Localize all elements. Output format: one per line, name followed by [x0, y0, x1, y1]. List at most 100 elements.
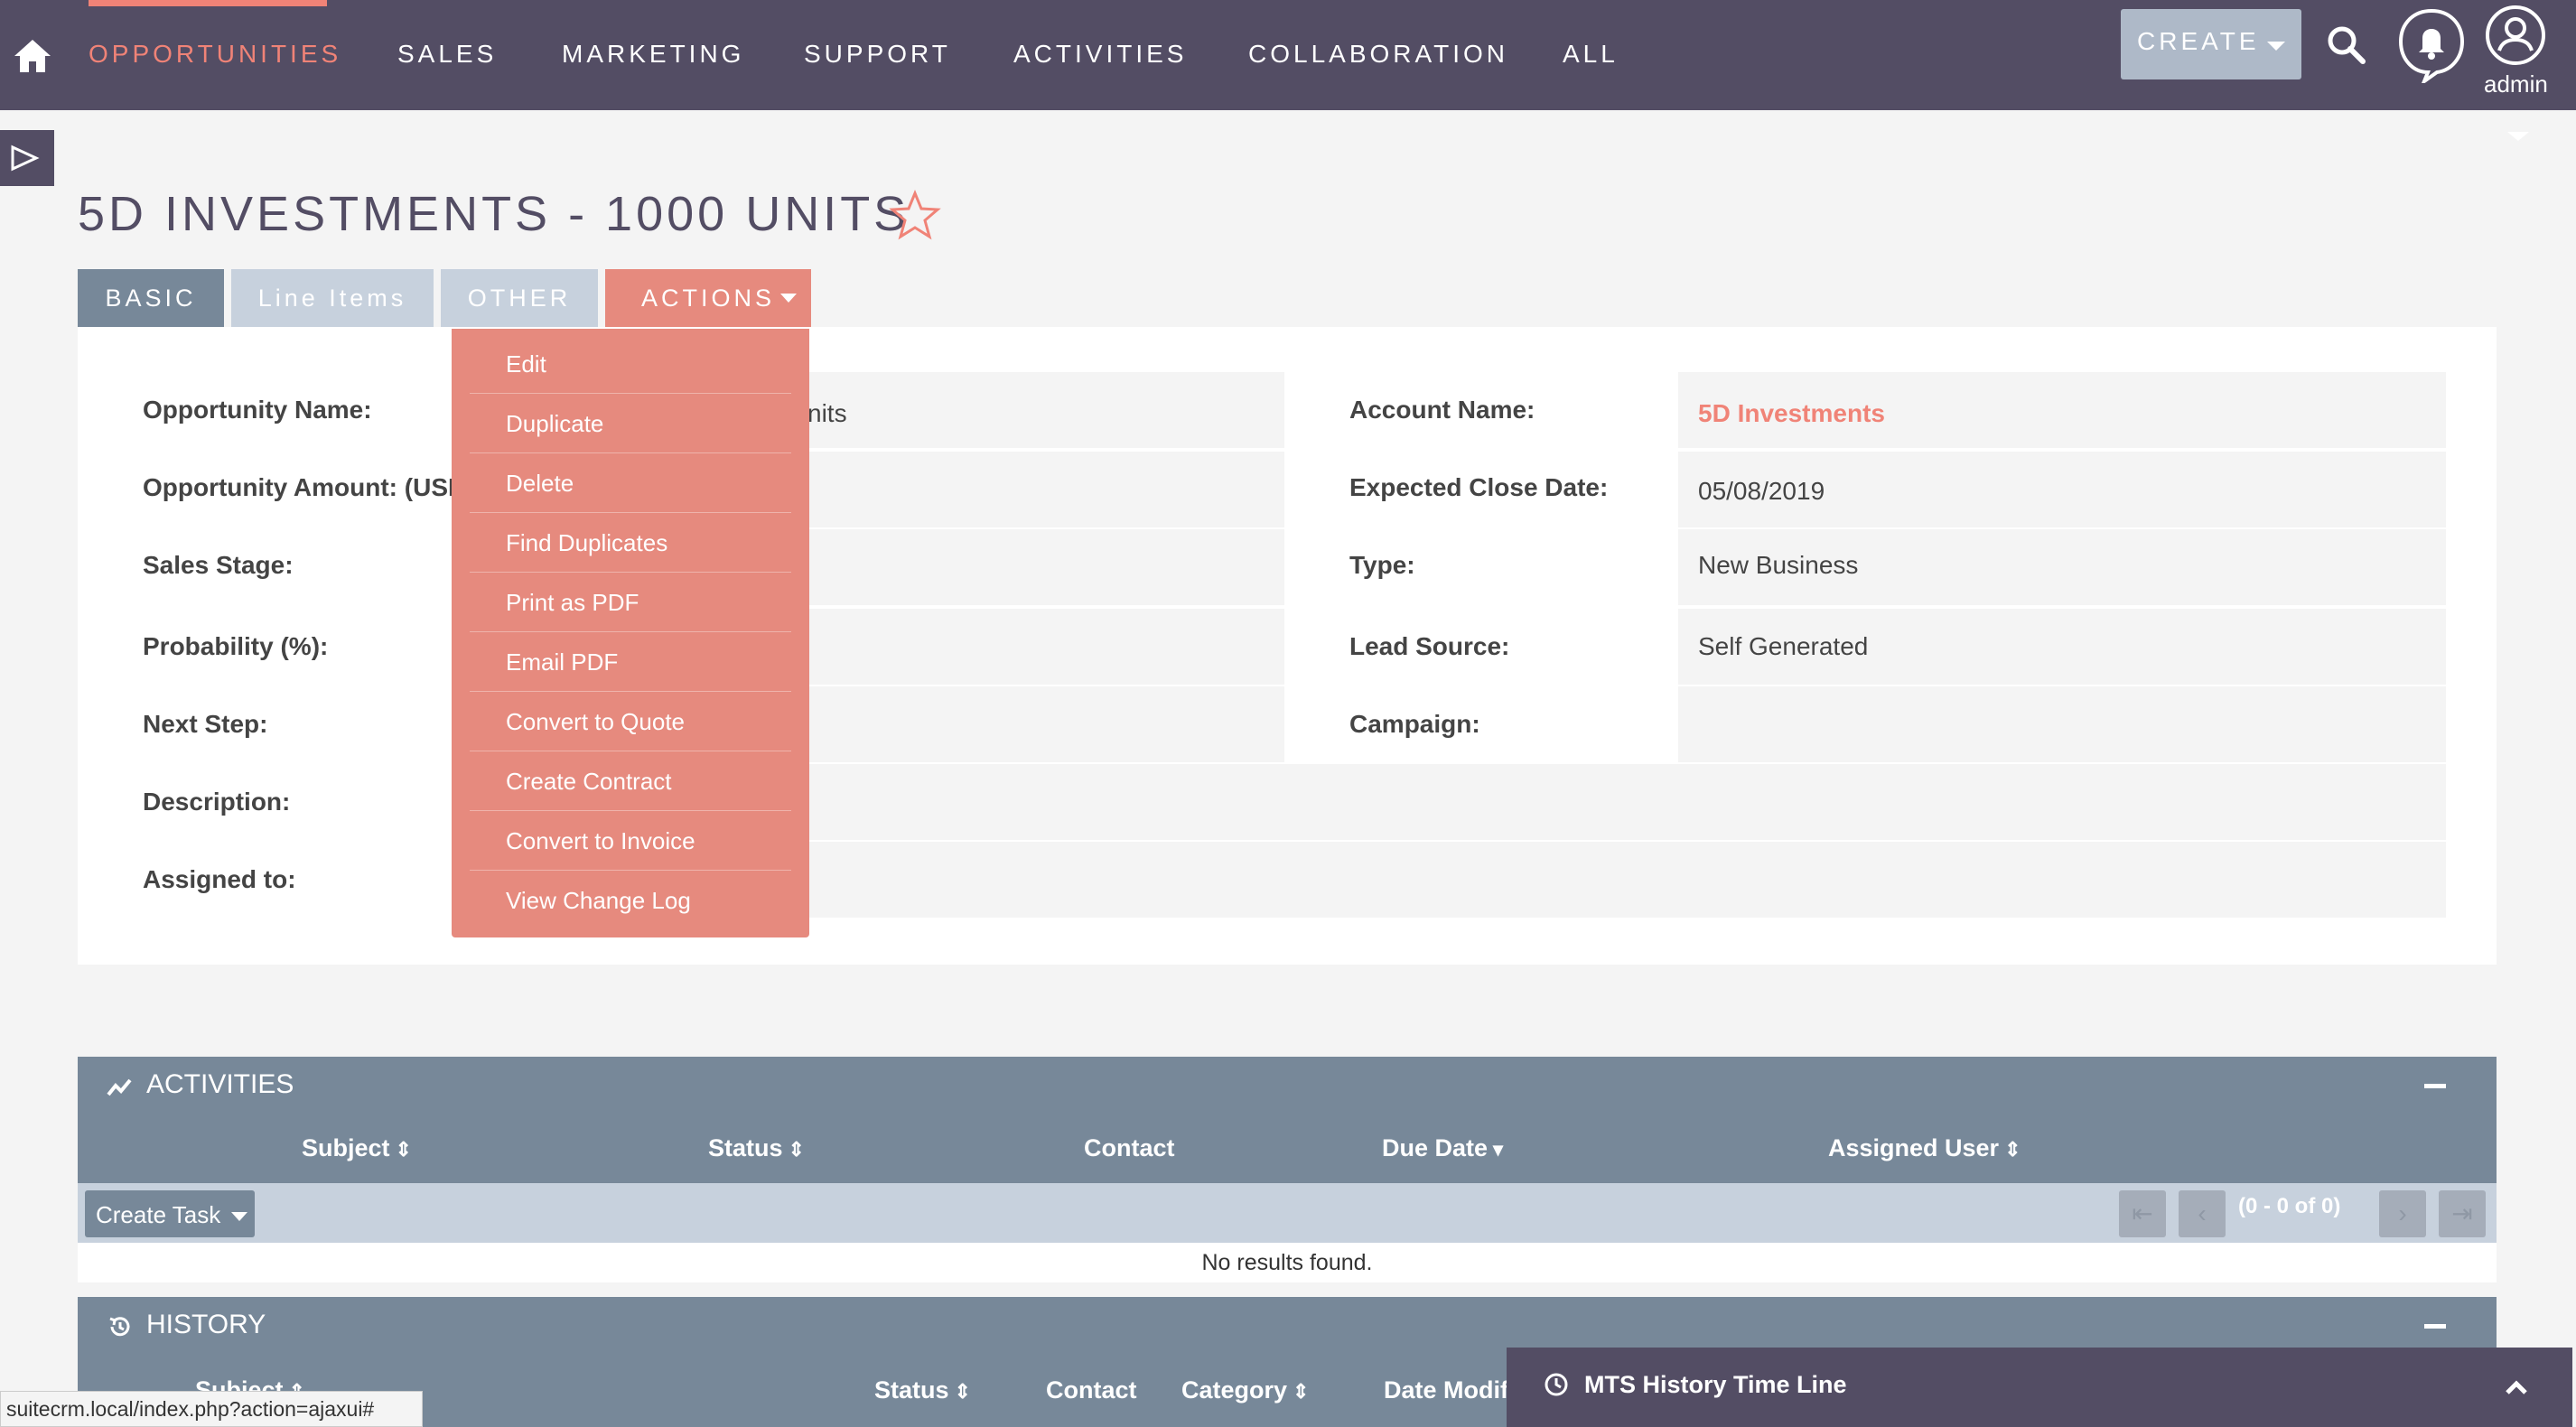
tab-basic[interactable]: BASIC: [78, 269, 224, 327]
activities-pagination-row: Create Task ⇤ ‹ (0 - 0 of 0) › ⇥: [78, 1183, 2497, 1243]
nav-all[interactable]: ALL: [1563, 40, 1619, 69]
history-title: HISTORY: [146, 1310, 266, 1339]
field-label-expected-close-date: Expected Close Date:: [1349, 473, 1609, 501]
menu-item-convert-to-invoice[interactable]: Convert to Invoice: [470, 811, 791, 871]
user-name[interactable]: admin: [2484, 70, 2548, 98]
nav-collaboration[interactable]: COLLABORATION: [1248, 40, 1508, 69]
field-value-expected-close-date: 05/08/2019: [1698, 477, 1825, 505]
tab-line-items[interactable]: Line Items: [231, 269, 434, 327]
notifications-bell-icon[interactable]: [2397, 7, 2466, 83]
field-box-campaign: [1678, 686, 2446, 762]
nav-support[interactable]: SUPPORT: [804, 40, 951, 69]
sort-icon: ⇕: [954, 1380, 971, 1403]
actions-dropdown-menu: Edit Duplicate Delete Find Duplicates Pr…: [452, 329, 809, 937]
last-page-icon[interactable]: ⇥: [2439, 1190, 2486, 1237]
sort-icon: ▾: [1493, 1138, 1504, 1161]
top-navigation-bar: OPPORTUNITIES SALES MARKETING SUPPORT AC…: [0, 0, 2576, 110]
collapse-icon[interactable]: [2424, 1324, 2446, 1329]
col-header-assigned-user-label: Assigned User: [1828, 1134, 2000, 1161]
menu-item-print-pdf[interactable]: Print as PDF: [470, 573, 791, 632]
tab-other[interactable]: OTHER: [441, 269, 598, 327]
col-header-status-label: Status: [874, 1376, 949, 1404]
field-label-account-name: Account Name:: [1349, 396, 1535, 424]
page-title: 5D INVESTMENTS - 1000 UNITS: [78, 187, 910, 241]
field-label-lead-source: Lead Source:: [1349, 632, 1510, 660]
field-label-probability: Probability (%):: [143, 632, 329, 660]
col-header-due-date[interactable]: Due Date ▾: [1382, 1134, 1503, 1162]
field-label-opportunity-amount: Opportunity Amount: (USI: [143, 473, 455, 501]
col-header-date-modified[interactable]: Date Modif: [1384, 1376, 1508, 1404]
col-header-status-label: Status: [708, 1134, 783, 1161]
active-tab-indicator: [89, 0, 327, 6]
sidebar-toggle-button[interactable]: [0, 130, 54, 186]
sort-icon: ⇕: [395, 1138, 412, 1161]
user-avatar-icon[interactable]: [2484, 4, 2547, 67]
chevron-down-icon: [2267, 42, 2285, 51]
clock-icon: [1545, 1373, 1568, 1396]
chevron-down-icon: [780, 294, 797, 303]
nav-opportunities[interactable]: OPPORTUNITIES: [89, 40, 341, 69]
field-label-sales-stage: Sales Stage:: [143, 551, 294, 579]
nav-activities[interactable]: ACTIVITIES: [1013, 40, 1187, 69]
field-label-next-step: Next Step:: [143, 710, 268, 738]
search-icon[interactable]: [2325, 23, 2368, 67]
field-value-lead-source: Self Generated: [1698, 632, 1869, 660]
menu-item-email-pdf[interactable]: Email PDF: [470, 632, 791, 692]
no-results-text: No results found.: [1201, 1250, 1373, 1275]
create-button-label: CREATE: [2137, 27, 2260, 55]
previous-page-icon[interactable]: ‹: [2179, 1190, 2226, 1237]
menu-item-create-contract[interactable]: Create Contract: [470, 751, 791, 811]
col-header-subject[interactable]: Subject⇕: [302, 1134, 412, 1162]
mts-history-timeline-bar[interactable]: MTS History Time Line: [1507, 1348, 2572, 1427]
play-arrow-icon: [11, 145, 40, 172]
field-label-opportunity-name: Opportunity Name:: [143, 396, 372, 424]
menu-item-delete[interactable]: Delete: [470, 453, 791, 513]
field-value-type: New Business: [1698, 551, 1859, 579]
browser-status-url: suitecrm.local/index.php?action=ajaxui#: [0, 1391, 423, 1427]
field-label-description: Description:: [143, 788, 291, 816]
home-icon[interactable]: [13, 36, 52, 76]
sort-icon: ⇕: [788, 1138, 805, 1161]
create-task-label: Create Task: [96, 1201, 221, 1228]
tab-actions[interactable]: ACTIONS: [605, 269, 811, 327]
nav-sales[interactable]: SALES: [397, 40, 497, 69]
first-page-icon[interactable]: ⇤: [2119, 1190, 2166, 1237]
pagination-count: (0 - 0 of 0): [2238, 1194, 2341, 1218]
col-header-contact: Contact: [1046, 1376, 1137, 1404]
col-header-category[interactable]: Category ⇕: [1181, 1376, 1309, 1404]
field-value-opportunity-name: nits: [807, 399, 847, 427]
favorite-star-icon[interactable]: [889, 190, 941, 242]
sort-icon: ⇕: [2004, 1138, 2021, 1161]
create-button[interactable]: CREATE: [2121, 9, 2301, 79]
chevron-up-icon[interactable]: [2500, 1371, 2533, 1404]
sort-icon: ⇕: [1293, 1380, 1310, 1403]
menu-item-view-change-log[interactable]: View Change Log: [470, 871, 791, 930]
col-header-category-label: Category: [1181, 1376, 1288, 1404]
activities-title: ACTIVITIES: [146, 1069, 294, 1099]
col-header-status[interactable]: Status ⇕: [874, 1376, 971, 1404]
next-page-icon[interactable]: ›: [2379, 1190, 2426, 1237]
tab-actions-label: ACTIONS: [640, 284, 775, 312]
col-header-contact: Contact: [1084, 1134, 1175, 1161]
activities-subpanel-header[interactable]: ACTIVITIES: [78, 1057, 2497, 1115]
create-task-button[interactable]: Create Task: [85, 1190, 255, 1237]
col-header-status[interactable]: Status ⇕: [708, 1134, 805, 1162]
mts-title: MTS History Time Line: [1584, 1371, 1847, 1398]
chevron-down-icon: [230, 1212, 247, 1222]
col-header-due-date-label: Due Date: [1382, 1134, 1489, 1161]
field-label-campaign: Campaign:: [1349, 710, 1480, 738]
menu-item-convert-to-quote[interactable]: Convert to Quote: [470, 692, 791, 751]
collapse-icon[interactable]: [2424, 1084, 2446, 1088]
user-menu-caret-icon[interactable]: [2507, 132, 2529, 141]
menu-item-edit[interactable]: Edit: [470, 334, 791, 394]
nav-marketing[interactable]: MARKETING: [562, 40, 744, 69]
detail-panel: Opportunity Name: nits Opportunity Amoun…: [78, 327, 2497, 965]
col-header-assigned-user[interactable]: Assigned User ⇕: [1828, 1134, 2021, 1162]
field-label-type: Type:: [1349, 551, 1415, 579]
history-subpanel-header[interactable]: HISTORY: [78, 1297, 2497, 1355]
menu-item-find-duplicates[interactable]: Find Duplicates: [470, 513, 791, 573]
menu-item-duplicate[interactable]: Duplicate: [470, 394, 791, 453]
field-label-assigned-to: Assigned to:: [143, 865, 296, 893]
col-header-subject-label: Subject: [302, 1134, 390, 1161]
account-name-link[interactable]: 5D Investments: [1698, 399, 1885, 428]
